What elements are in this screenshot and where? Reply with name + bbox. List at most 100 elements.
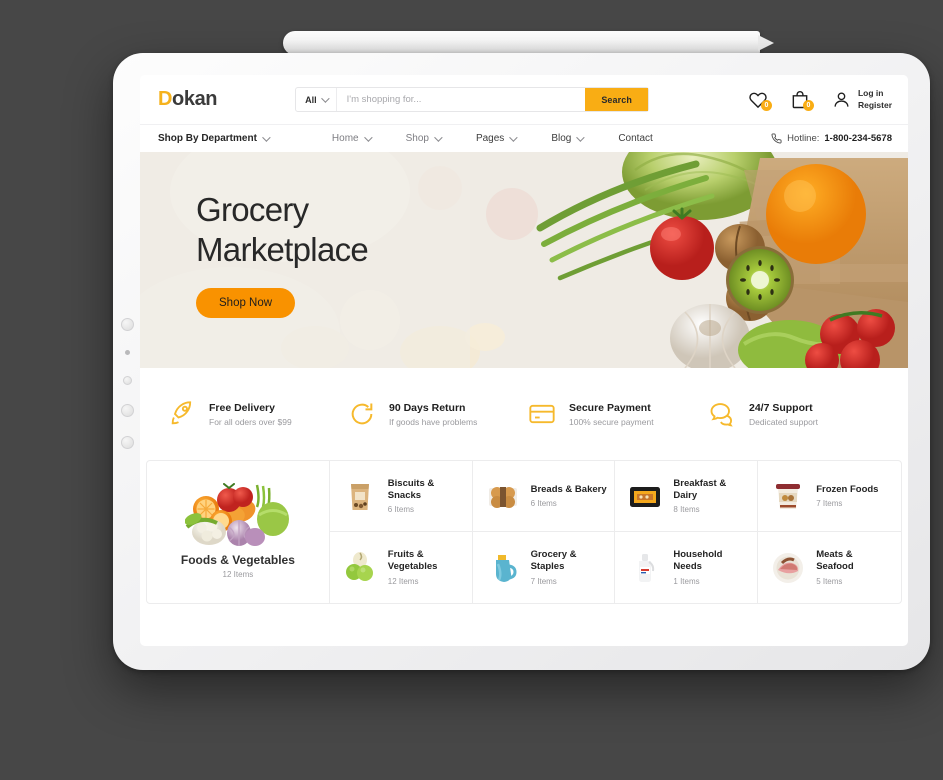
- tablet-screen: Dokan All Search 0: [140, 75, 908, 646]
- category-text: Meats & Seafood 5 Items: [816, 549, 853, 586]
- category-text: Breakfast & Dairy 8 Items: [673, 478, 726, 515]
- nav-shop-by-department[interactable]: Shop By Department: [158, 132, 271, 144]
- cart-count-badge: 0: [802, 99, 814, 111]
- phone-icon: [771, 133, 782, 144]
- category-card-grocery-staples[interactable]: Grocery & Staples 7 Items: [473, 532, 616, 603]
- chevron-down-icon: [262, 132, 271, 142]
- feature-subtitle: For all oders over $99: [209, 416, 292, 427]
- wishlist-button[interactable]: 0: [748, 90, 772, 111]
- frozen-foods-image: [770, 478, 806, 514]
- main-navigation: Shop By Department Home Shop Pages Blog: [140, 124, 908, 152]
- logo-initial: D: [158, 88, 173, 110]
- feature-subtitle: 100% secure payment: [569, 416, 654, 427]
- nav-label: Pages: [475, 133, 505, 144]
- header-actions: 0 0 Log in Register: [748, 88, 892, 111]
- refresh-icon: [351, 403, 373, 425]
- category-title: Meats & Seafood: [816, 549, 854, 572]
- feature-subtitle: Dedicated support: [749, 416, 818, 427]
- feature-secure-payment: Secure Payment 100% secure payment: [528, 400, 708, 428]
- search-input[interactable]: [336, 88, 586, 111]
- nav-label: Blog: [551, 133, 572, 144]
- snack-pouch-icon: [350, 484, 369, 510]
- category-title: Foods & Vegetables: [180, 552, 295, 567]
- category-card-foods-vegetables[interactable]: Foods & Vegetables 12 Items: [147, 461, 330, 603]
- account-labels: Log in Register: [858, 88, 892, 111]
- power-button[interactable]: [121, 436, 134, 449]
- muffin-pack-icon: [488, 487, 517, 508]
- nav-blog[interactable]: Blog: [551, 132, 585, 144]
- camera-lens: [123, 376, 132, 385]
- features-strip: Free Delivery For all oders over $99 90 …: [140, 368, 908, 460]
- feature-title: 24/7 Support: [749, 401, 813, 414]
- search-category-dropdown[interactable]: All: [296, 88, 337, 111]
- chevron-down-icon: [576, 132, 585, 142]
- category-card-breads-bakery[interactable]: Breads & Bakery 6 Items: [472, 461, 616, 532]
- account-button[interactable]: Log in Register: [832, 88, 892, 111]
- category-title: Grocery & Staples: [530, 549, 577, 572]
- hero-banner: Grocery Marketplace Shop Now: [140, 152, 908, 368]
- category-card-biscuits-snacks[interactable]: Biscuits & Snacks 6 Items: [329, 461, 473, 532]
- breakfast-dairy-image: [627, 478, 663, 514]
- category-count: 6 Items: [387, 505, 415, 515]
- categories-section: Foods & Vegetables 12 Items Biscuits & S…: [140, 460, 908, 612]
- feature-text: Secure Payment 100% secure payment: [569, 402, 654, 427]
- search-button[interactable]: Search: [585, 88, 649, 111]
- feature-text: Free Delivery For all oders over $99: [209, 402, 292, 427]
- chevron-down-icon: [434, 132, 443, 142]
- stylus-pen: [283, 31, 774, 55]
- feature-text: 90 Days Return If goods have problems: [389, 402, 477, 427]
- chevron-down-icon: [320, 93, 330, 103]
- nav-shop[interactable]: Shop: [405, 132, 443, 144]
- nav-contact[interactable]: Contact: [618, 133, 652, 144]
- feature-subtitle: If goods have problems: [389, 416, 478, 427]
- search-bar: All Search: [295, 87, 650, 112]
- category-text: Biscuits & Snacks 6 Items: [388, 478, 434, 515]
- foods-vegetables-image: [184, 482, 291, 547]
- category-text: Fruits & Vegetables 12 Items: [388, 549, 438, 586]
- volume-up-button[interactable]: [121, 318, 134, 331]
- breads-bakery-image: [485, 478, 521, 514]
- fruits-vegetables-image: [342, 550, 378, 586]
- feature-title: Secure Payment: [569, 401, 651, 414]
- search-category-label: All: [305, 94, 317, 105]
- category-count: 12 Items: [222, 569, 254, 579]
- category-card-fruits-vegetables[interactable]: Fruits & Vegetables 12 Items: [330, 532, 473, 603]
- feature-free-delivery: Free Delivery For all oders over $99: [168, 400, 348, 428]
- nav-label: Shop By Department: [158, 133, 257, 144]
- category-text: Frozen Foods 7 Items: [816, 484, 878, 509]
- household-needs-image: [627, 550, 663, 586]
- category-count: 6 Items: [530, 499, 557, 509]
- category-card-meats-seafood[interactable]: Meats & Seafood 5 Items: [758, 532, 901, 603]
- category-card-household-needs[interactable]: Household Needs 1 Items: [615, 532, 759, 603]
- category-title: Frozen Foods: [816, 483, 879, 495]
- hero-content: Grocery Marketplace Shop Now: [196, 190, 369, 318]
- feature-24-7-support: 24/7 Support Dedicated support: [708, 400, 888, 428]
- category-title: Breads & Bakery: [530, 483, 607, 495]
- category-card-breakfast-dairy[interactable]: Breakfast & Dairy 8 Items: [615, 461, 759, 532]
- credit-card-icon: [529, 404, 555, 424]
- register-label[interactable]: Register: [858, 100, 892, 111]
- feature-title: Free Delivery: [209, 401, 275, 414]
- cart-button[interactable]: 0: [790, 90, 814, 111]
- volume-down-button[interactable]: [121, 404, 134, 417]
- wishlist-count-badge: 0: [760, 99, 772, 111]
- meats-seafood-image: [770, 550, 806, 586]
- nav-pages[interactable]: Pages: [475, 132, 518, 144]
- water-jug-icon: [495, 554, 517, 582]
- site-logo[interactable]: Dokan: [158, 88, 218, 111]
- category-count: 12 Items: [387, 576, 419, 586]
- cereal-box-icon: [630, 487, 661, 507]
- feature-90-days-return: 90 Days Return If goods have problems: [348, 400, 528, 428]
- category-card-frozen-foods[interactable]: Frozen Foods 7 Items: [758, 461, 901, 532]
- nav-home[interactable]: Home: [332, 132, 373, 144]
- feature-text: 24/7 Support Dedicated support: [749, 402, 818, 427]
- category-count: 5 Items: [816, 576, 843, 586]
- tablet-device: Dokan All Search 0: [113, 53, 930, 670]
- category-text: Grocery & Staples 7 Items: [531, 549, 577, 586]
- nav-label: Shop: [405, 133, 429, 144]
- user-icon: [834, 92, 849, 107]
- chevron-down-icon: [509, 132, 518, 142]
- shop-now-button[interactable]: Shop Now: [196, 287, 296, 318]
- login-label[interactable]: Log in: [858, 88, 892, 99]
- logo-text: okan: [172, 88, 218, 110]
